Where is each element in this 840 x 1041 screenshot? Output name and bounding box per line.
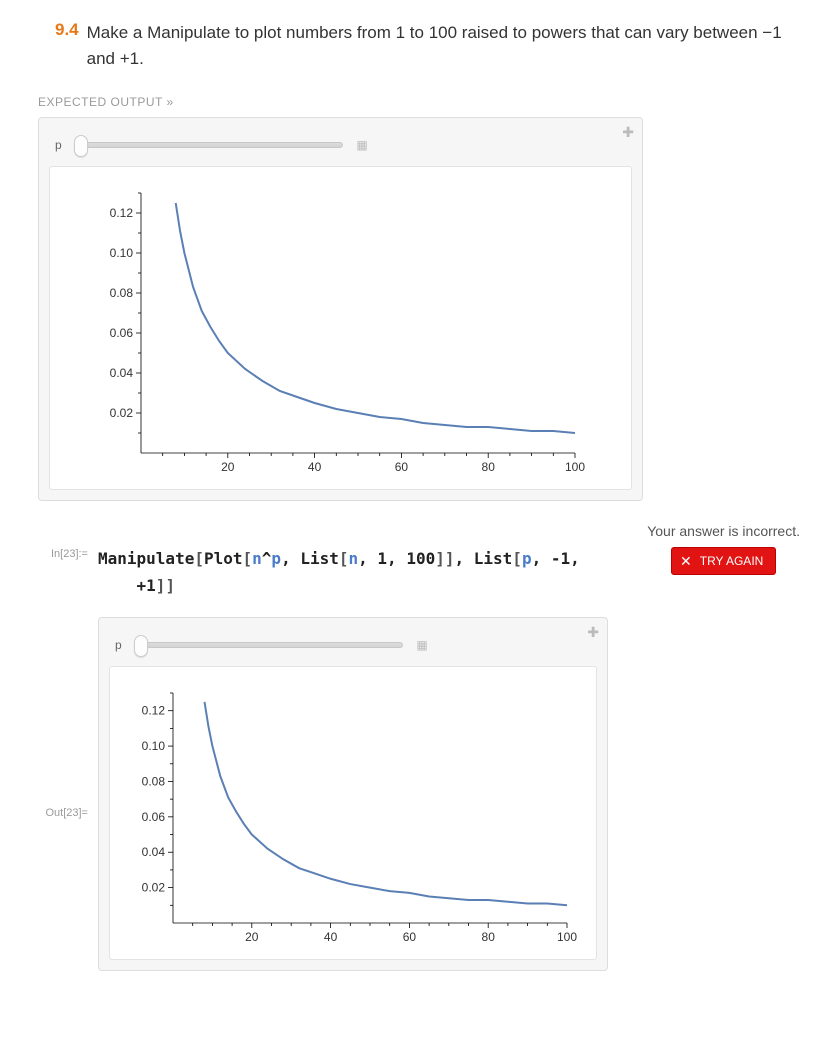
svg-text:100: 100: [564, 460, 584, 474]
output-manipulate-panel: ✚ p ▦ 0.02 0.04 0.06 0.08 0.10 0.12 20 40 60 80 10…: [98, 617, 608, 971]
svg-text:0.10: 0.10: [109, 246, 133, 260]
plot-svg: 0.02 0.04 0.06 0.08 0.10 0.12 20 40 60 80 100: [89, 181, 589, 481]
svg-text:40: 40: [307, 460, 321, 474]
plot-area-expected: 0.02 0.04 0.06 0.08 0.10 0.12 20 40 60 80 100: [49, 166, 632, 490]
expected-output-label: EXPECTED OUTPUT: [38, 95, 840, 109]
plot-area-output: 0.02 0.04 0.06 0.08 0.10 0.12 20 40 60 80 100: [109, 666, 597, 960]
exercise-text: Make a Manipulate to plot numbers from 1…: [87, 20, 800, 71]
feedback-message: Your answer is incorrect.: [0, 523, 800, 539]
panel-expand-icon[interactable]: ✚: [622, 124, 634, 141]
svg-text:20: 20: [245, 930, 259, 944]
slider-track[interactable]: [77, 142, 343, 148]
svg-text:0.08: 0.08: [109, 286, 133, 300]
svg-text:40: 40: [324, 930, 338, 944]
slider-thumb[interactable]: [134, 635, 148, 657]
svg-text:0.06: 0.06: [142, 810, 166, 824]
slider-label: p: [55, 138, 69, 152]
slider-row: p ▦: [109, 628, 597, 666]
input-block: In[23]:= Manipulate[Plot[n^p, List[n, 1,…: [0, 545, 840, 599]
close-icon: ✕: [680, 554, 692, 568]
svg-text:0.08: 0.08: [142, 775, 166, 789]
plot-svg: 0.02 0.04 0.06 0.08 0.10 0.12 20 40 60 80 100: [121, 681, 581, 951]
slider-anim-icon[interactable]: ▦: [355, 138, 369, 152]
svg-text:0.02: 0.02: [142, 881, 166, 895]
exercise-header: 9.4 Make a Manipulate to plot numbers fr…: [0, 20, 840, 71]
output-label: Out[23]=: [0, 617, 98, 819]
slider-label: p: [115, 638, 129, 652]
expected-manipulate-panel: ✚ p ▦ 0.02 0.04 0.06 0.08 0.10 0.12 20 40 60 80 10…: [38, 117, 643, 501]
svg-text:0.12: 0.12: [142, 704, 166, 718]
slider-track[interactable]: [137, 642, 403, 648]
svg-text:0.06: 0.06: [109, 326, 133, 340]
slider-thumb[interactable]: [74, 135, 88, 157]
slider-anim-icon[interactable]: ▦: [415, 638, 429, 652]
output-block: Out[23]= ✚ p ▦ 0.02 0.04 0.06 0.08 0.10 0.12 2…: [0, 617, 840, 971]
svg-text:0.04: 0.04: [142, 846, 166, 860]
svg-text:80: 80: [482, 930, 496, 944]
svg-text:0.10: 0.10: [142, 739, 166, 753]
svg-text:60: 60: [403, 930, 417, 944]
try-again-label: TRY AGAIN: [700, 554, 764, 568]
slider-row: p ▦: [49, 128, 632, 166]
svg-text:60: 60: [394, 460, 408, 474]
try-again-button[interactable]: ✕ TRY AGAIN: [671, 547, 776, 575]
svg-text:80: 80: [481, 460, 495, 474]
svg-text:0.04: 0.04: [109, 366, 133, 380]
svg-text:20: 20: [221, 460, 235, 474]
exercise-number: 9.4: [55, 20, 79, 40]
svg-text:0.12: 0.12: [109, 206, 133, 220]
input-label: In[23]:=: [0, 545, 98, 560]
input-code[interactable]: Manipulate[Plot[n^p, List[n, 1, 100]], L…: [98, 545, 653, 599]
panel-expand-icon[interactable]: ✚: [587, 624, 599, 641]
svg-text:100: 100: [557, 930, 577, 944]
svg-text:0.02: 0.02: [109, 406, 133, 420]
